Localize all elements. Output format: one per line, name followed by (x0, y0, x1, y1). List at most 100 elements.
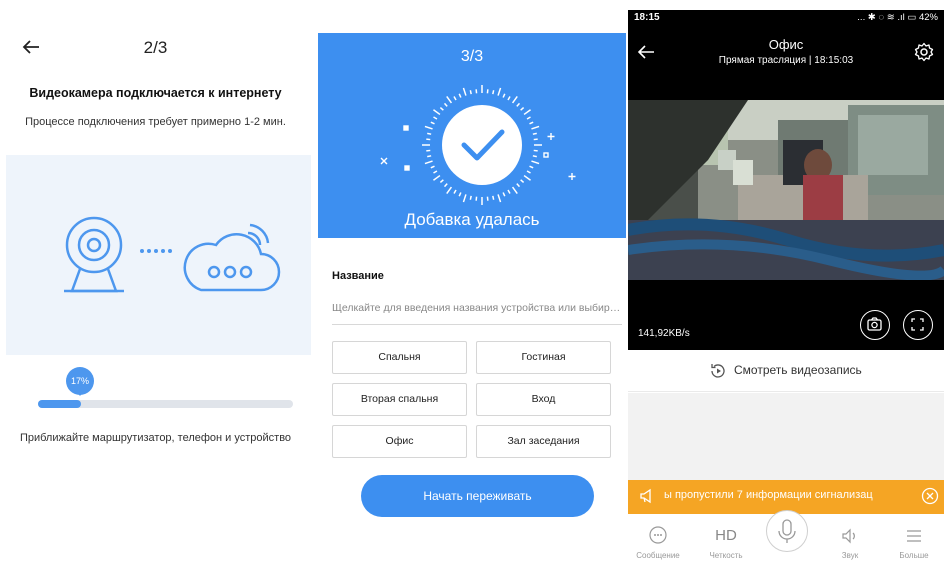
room-chip-bedroom[interactable]: Спальня (332, 341, 467, 374)
fullscreen-icon (911, 318, 924, 331)
ring-tick (492, 195, 495, 200)
megaphone-icon (640, 488, 651, 504)
ring-tick (462, 194, 467, 203)
ring-tick (532, 155, 537, 158)
ring-tick (520, 106, 525, 111)
menu-icon (907, 530, 921, 542)
live-timestamp: Прямая трасляция | 18:15:03 (718, 55, 854, 66)
ring-tick (526, 116, 531, 120)
speaker-icon (842, 528, 855, 544)
ring-tick (469, 90, 472, 95)
ring-tick (427, 155, 432, 158)
ring-tick (424, 160, 433, 165)
live-video-feed[interactable] (628, 100, 944, 280)
ring-tick (446, 186, 453, 194)
ring-tick (433, 116, 438, 120)
ring-tick (458, 93, 462, 98)
start-button[interactable]: Начать переживать (361, 475, 594, 517)
progress-fill (38, 400, 81, 408)
ring-tick (492, 90, 495, 95)
nav-message[interactable]: Сообщение (628, 514, 688, 569)
step-indicator: 2/3 (143, 38, 168, 57)
nav-more[interactable]: Больше (884, 514, 944, 569)
live-view-screen: 18:15 ... ✱ ◌ ≋ .ıl ▭ 42% Офис Прямая тр… (628, 0, 944, 569)
nav-more-label: Больше (899, 551, 929, 560)
hd-label: HD (715, 527, 737, 544)
fullscreen-button[interactable] (903, 310, 933, 340)
status-clock: 18:15 (634, 12, 660, 23)
ring-tick (443, 183, 448, 188)
ring-tick (520, 179, 525, 184)
name-label: Название (332, 270, 384, 282)
connection-illustration (6, 155, 311, 355)
ring-tick (532, 132, 537, 135)
ring-tick (507, 189, 511, 194)
success-screen: 3/3 Добавка удалась Название Щелкайте дл… (318, 0, 626, 569)
nav-message-label: Сообщение (636, 551, 680, 560)
nav-sound[interactable]: Звук (820, 514, 880, 569)
nav-clarity[interactable]: HD Четкость (696, 514, 756, 569)
ring-tick (516, 183, 521, 188)
ring-tick (531, 160, 540, 165)
ring-tick (453, 189, 457, 194)
ring-tick (523, 109, 531, 116)
status-icons: ... ✱ ◌ ≋ .ıl ▭ 42% (857, 12, 938, 23)
ring-tick (497, 87, 502, 96)
alarm-text[interactable]: ы пропустили 7 информации сигнализац (664, 489, 873, 501)
cloud-icon (183, 223, 281, 292)
snapshot-button[interactable] (860, 310, 890, 340)
gear-icon[interactable] (914, 42, 934, 62)
ring-tick (507, 96, 511, 101)
room-chip-meeting-room[interactable]: Зал заседания (476, 425, 611, 458)
camera-icon (867, 317, 882, 331)
playback-icon (711, 364, 725, 378)
ring-tick (511, 96, 518, 104)
ring-tick (529, 121, 534, 125)
ring-tick (430, 121, 435, 125)
ring-tick (433, 174, 441, 181)
ring-tick (529, 165, 534, 169)
ring-tick (502, 192, 506, 197)
ring-tick (424, 125, 433, 130)
connecting-dots (140, 249, 172, 253)
content-area (628, 393, 944, 480)
bitrate-readout: 141,92KB/s (638, 328, 690, 339)
ring-tick (433, 109, 441, 116)
room-chip-entrance[interactable]: Вход (476, 383, 611, 416)
room-chip-second-bedroom[interactable]: Вторая спальня (332, 383, 467, 416)
connecting-subtitle: Процессе подключения требует примерно 1-… (25, 116, 286, 128)
ring-tick (497, 194, 502, 203)
ring-tick (462, 87, 467, 96)
ring-tick (427, 132, 432, 135)
ring-tick (433, 170, 438, 174)
playback-label[interactable]: Смотреть видеозапись (734, 363, 862, 377)
ring-tick (446, 96, 453, 104)
room-chip-living-room[interactable]: Гостиная (476, 341, 611, 374)
connecting-screen: 2/3 Видеокамера подключается к интернету… (0, 0, 311, 569)
close-icon[interactable] (921, 487, 939, 505)
ring-tick (453, 96, 457, 101)
ring-tick (502, 93, 506, 98)
ring-tick (458, 192, 462, 197)
progress-bubble-tip (76, 391, 84, 396)
device-name-input[interactable]: Щелкайте для введения названия устройств… (332, 297, 622, 325)
ring-tick (443, 102, 448, 107)
ring-tick (523, 174, 531, 181)
connecting-hint: Приближайте маршрутизатор, телефон и уст… (19, 432, 292, 444)
video-controls-strip (628, 280, 944, 350)
ring-tick (511, 186, 518, 194)
step-indicator: 3/3 (460, 48, 484, 65)
ring-tick (516, 102, 521, 107)
microphone-button[interactable] (766, 510, 808, 552)
nav-clarity-label: Четкость (709, 551, 743, 560)
success-title: Добавка удалась (404, 210, 540, 229)
microphone-icon (778, 519, 796, 543)
ring-tick (439, 106, 444, 111)
message-icon (649, 526, 667, 544)
ring-tick (531, 125, 540, 130)
nav-sound-label: Звук (841, 551, 859, 560)
camera-title: Офис (768, 37, 804, 52)
room-chip-office[interactable]: Офис (332, 425, 467, 458)
connecting-title: Видеокамера подключается к интернету (29, 86, 282, 100)
ring-tick (469, 195, 472, 200)
